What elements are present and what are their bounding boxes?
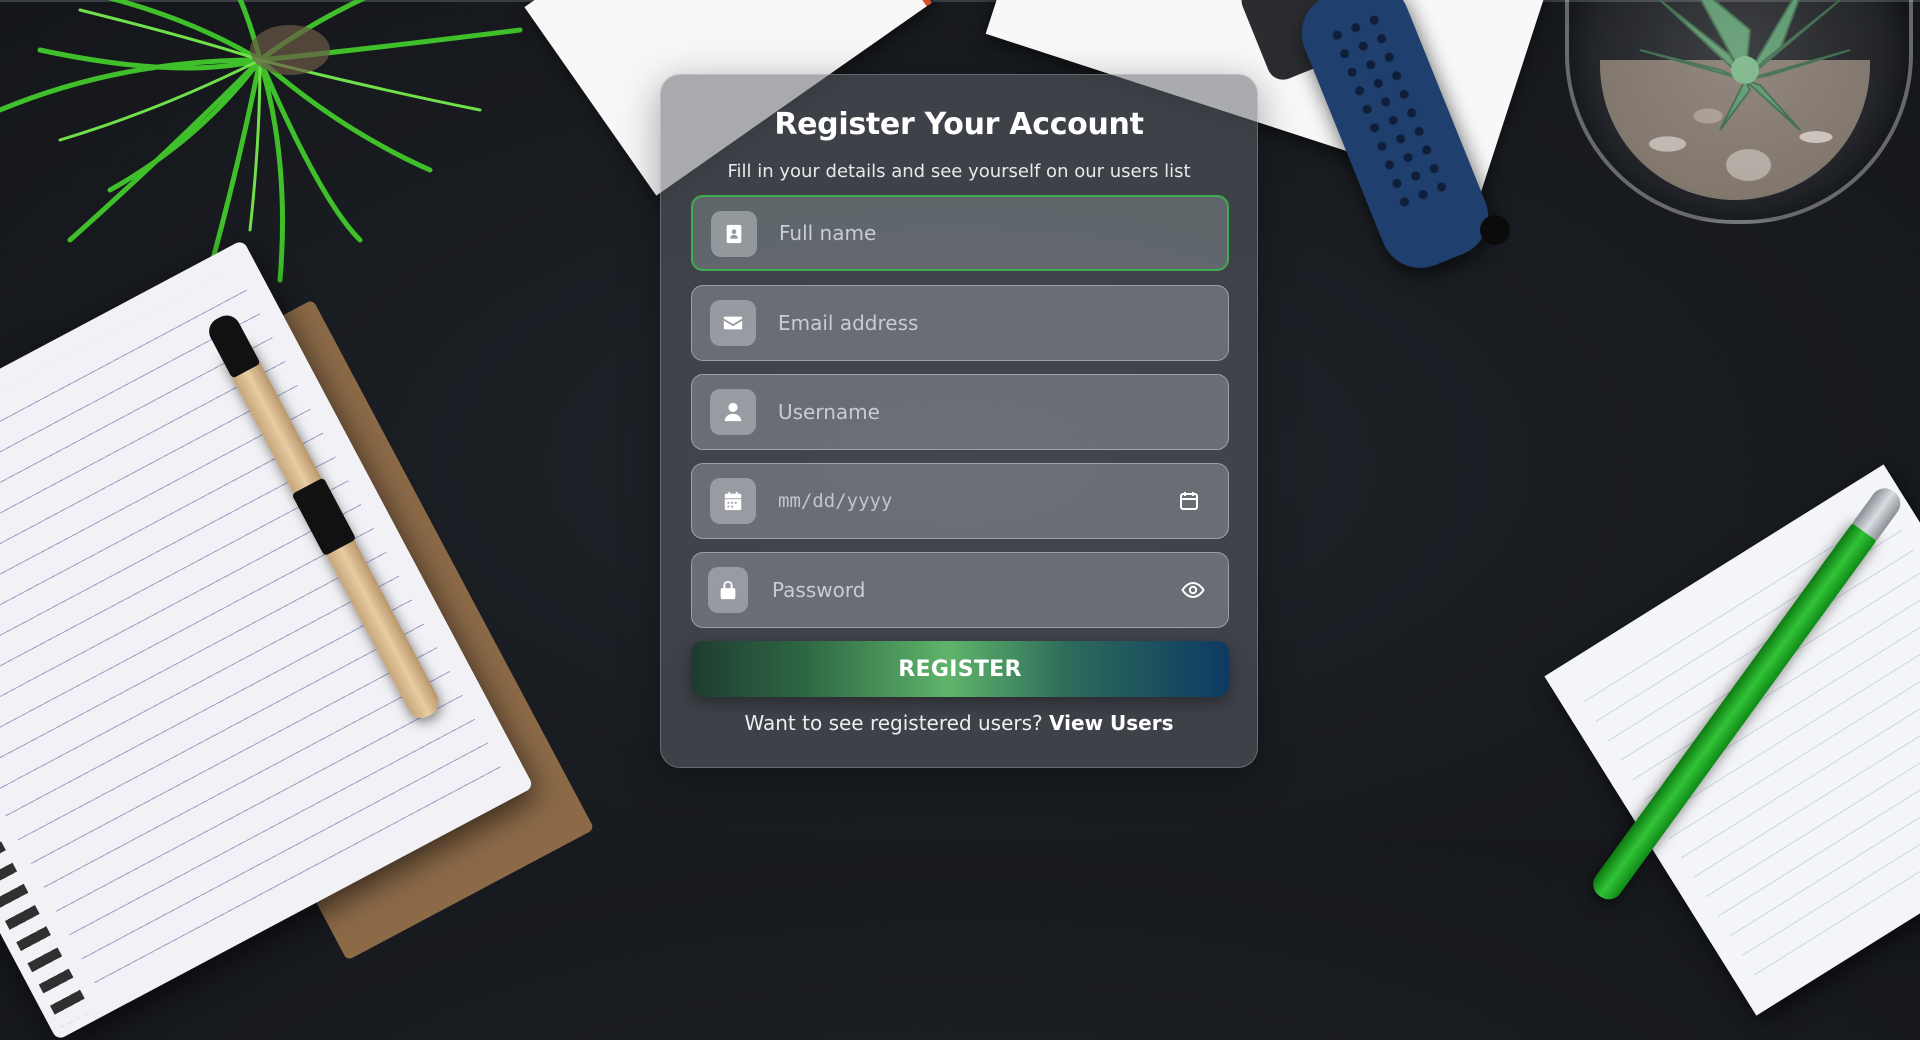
email-input[interactable]: Email address (778, 286, 918, 360)
calendar-icon (710, 478, 756, 524)
notebook-decoration (0, 239, 534, 1040)
user-icon (710, 389, 756, 435)
page-title: Register Your Account (774, 107, 1144, 142)
register-button[interactable]: REGISTER (691, 641, 1229, 697)
full-name-field[interactable]: Full name (691, 195, 1229, 271)
full-name-input[interactable]: Full name (779, 197, 876, 269)
password-input[interactable]: Password (772, 553, 865, 627)
view-users-link[interactable]: View Users (1049, 711, 1173, 735)
eye-icon[interactable] (1180, 577, 1206, 603)
watch-buckle-decoration (1480, 215, 1510, 245)
page-subtitle: Fill in your details and see yourself on… (727, 161, 1191, 182)
envelope-icon (710, 300, 756, 346)
footer-text: Want to see registered users? (744, 711, 1043, 735)
password-field[interactable]: Password (691, 552, 1229, 628)
date-field[interactable]: mm/dd/yyyy (691, 463, 1229, 539)
lock-icon (708, 567, 748, 613)
id-card-icon (711, 211, 757, 257)
email-field[interactable]: Email address (691, 285, 1229, 361)
footer-prompt: Want to see registered users? View Users (661, 711, 1257, 735)
glass-pot-decoration (1565, 0, 1913, 224)
date-input[interactable]: mm/dd/yyyy (778, 464, 892, 538)
register-card: Register Your Account Fill in your detai… (660, 74, 1258, 768)
username-input[interactable]: Username (778, 375, 880, 449)
plant-decoration (0, 0, 523, 283)
username-field[interactable]: Username (691, 374, 1229, 450)
calendar-picker-icon[interactable] (1176, 488, 1202, 514)
